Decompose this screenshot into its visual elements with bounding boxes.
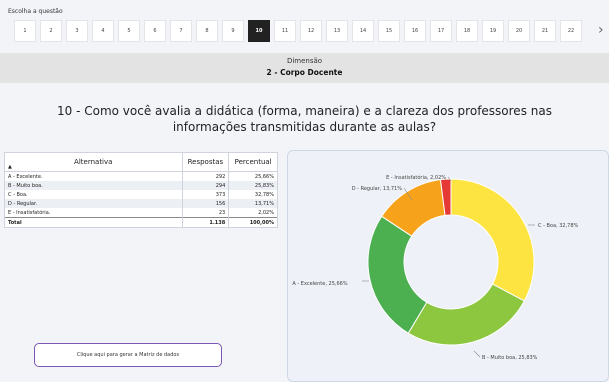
cell-alternativa: D - Regular. [4,199,183,208]
dimension-header: Dimensão 2 - Corpo Docente [0,53,609,83]
question-button-22[interactable]: 22 [560,20,582,42]
cell-respostas: 292 [181,171,230,181]
slice-label: C - Boa, 32,78% [538,223,579,229]
question-button-1[interactable]: 1 [14,20,36,42]
slice-leader-line [473,350,481,358]
total-label: Total [4,217,183,228]
donut-slice[interactable] [407,283,525,346]
donut-slice[interactable] [367,215,428,334]
cell-alternativa: A - Excelente. [4,171,183,181]
question-selector-label: Escolha a questão [8,8,63,15]
cell-respostas: 373 [181,190,230,199]
question-button-6[interactable]: 6 [144,20,166,42]
cell-percentual: 2,02% [228,208,278,218]
question-button-3[interactable]: 3 [66,20,88,42]
cell-respostas: 156 [181,199,230,208]
generate-matrix-button[interactable]: Clique aqui para gerar a Matriz de dados [34,343,222,367]
cell-percentual: 13,71% [228,199,278,208]
cell-alternativa: E - Insatisfatória. [4,208,183,218]
question-button-7[interactable]: 7 [170,20,192,42]
cell-percentual: 32,78% [228,190,278,199]
sort-asc-icon: ▲ [8,164,12,170]
question-button-15[interactable]: 15 [378,20,400,42]
question-button-8[interactable]: 8 [196,20,218,42]
table-row: C - Boa. 373 32,78% [4,190,278,199]
table-total-row: Total 1.138 100,00% [4,217,278,228]
question-button-16[interactable]: 16 [404,20,426,42]
dimension-label: Dimensão [286,57,323,65]
cell-respostas: 23 [181,208,230,218]
table-row: A - Excelente. 292 25,66% [4,171,278,181]
question-button-2[interactable]: 2 [40,20,62,42]
cell-alternativa: B - Muito boa. [4,181,183,190]
donut-slice[interactable] [450,178,535,302]
question-button-12[interactable]: 12 [300,20,322,42]
slice-label: A - Excelente, 25,66% [292,281,347,287]
table-row: D - Regular. 156 13,71% [4,199,278,208]
question-button-14[interactable]: 14 [352,20,374,42]
cell-percentual: 25,66% [228,171,278,181]
results-table: Alternativa ▲ Respostas Percentual A - E… [4,152,278,228]
column-header-percentual[interactable]: Percentual [228,152,278,172]
question-button-4[interactable]: 4 [92,20,114,42]
cell-respostas: 294 [181,181,230,190]
donut-chart: C - Boa, 32,78% B - Muito boa, 25,83% A - … [292,174,579,361]
question-button-13[interactable]: 13 [326,20,348,42]
table-row: E - Insatisfatória. 23 2,02% [4,208,278,218]
question-button-19[interactable]: 19 [482,20,504,42]
question-button-21[interactable]: 21 [534,20,556,42]
total-percentual: 100,00% [228,217,278,228]
question-button-5[interactable]: 5 [118,20,140,42]
question-button-10[interactable]: 10 [248,20,270,42]
chevron-right-icon[interactable]: › [598,22,604,38]
column-header-alternativa-label: Alternativa [74,158,113,166]
cell-percentual: 25,83% [228,181,278,190]
question-button-9[interactable]: 9 [222,20,244,42]
total-respostas: 1.138 [181,217,230,228]
question-button-20[interactable]: 20 [508,20,530,42]
cell-alternativa: C - Boa. [4,190,183,199]
dimension-name: 2 - Corpo Docente [266,68,343,77]
question-button-18[interactable]: 18 [456,20,478,42]
chart-panel: C - Boa, 32,78% B - Muito boa, 25,83% A - … [287,150,609,382]
column-header-respostas[interactable]: Respostas [181,152,230,172]
column-header-alternativa[interactable]: Alternativa ▲ [4,152,183,172]
question-selector: 1 2 3 4 5 6 7 8 9 10 11 12 13 14 15 16 17 18 19 20 21 22 [0,18,596,44]
table-row: B - Muito boa. 294 25,83% [4,181,278,190]
slice-label: E - Insatisfatória, 2,02% [386,174,446,181]
question-text: 10 - Como você avalia a didática (forma,… [57,104,552,134]
question-button-17[interactable]: 17 [430,20,452,42]
slice-label: B - Muito boa, 25,83% [482,355,538,361]
slice-label: D - Regular, 13,71% [352,186,403,192]
question-button-11[interactable]: 11 [274,20,296,42]
